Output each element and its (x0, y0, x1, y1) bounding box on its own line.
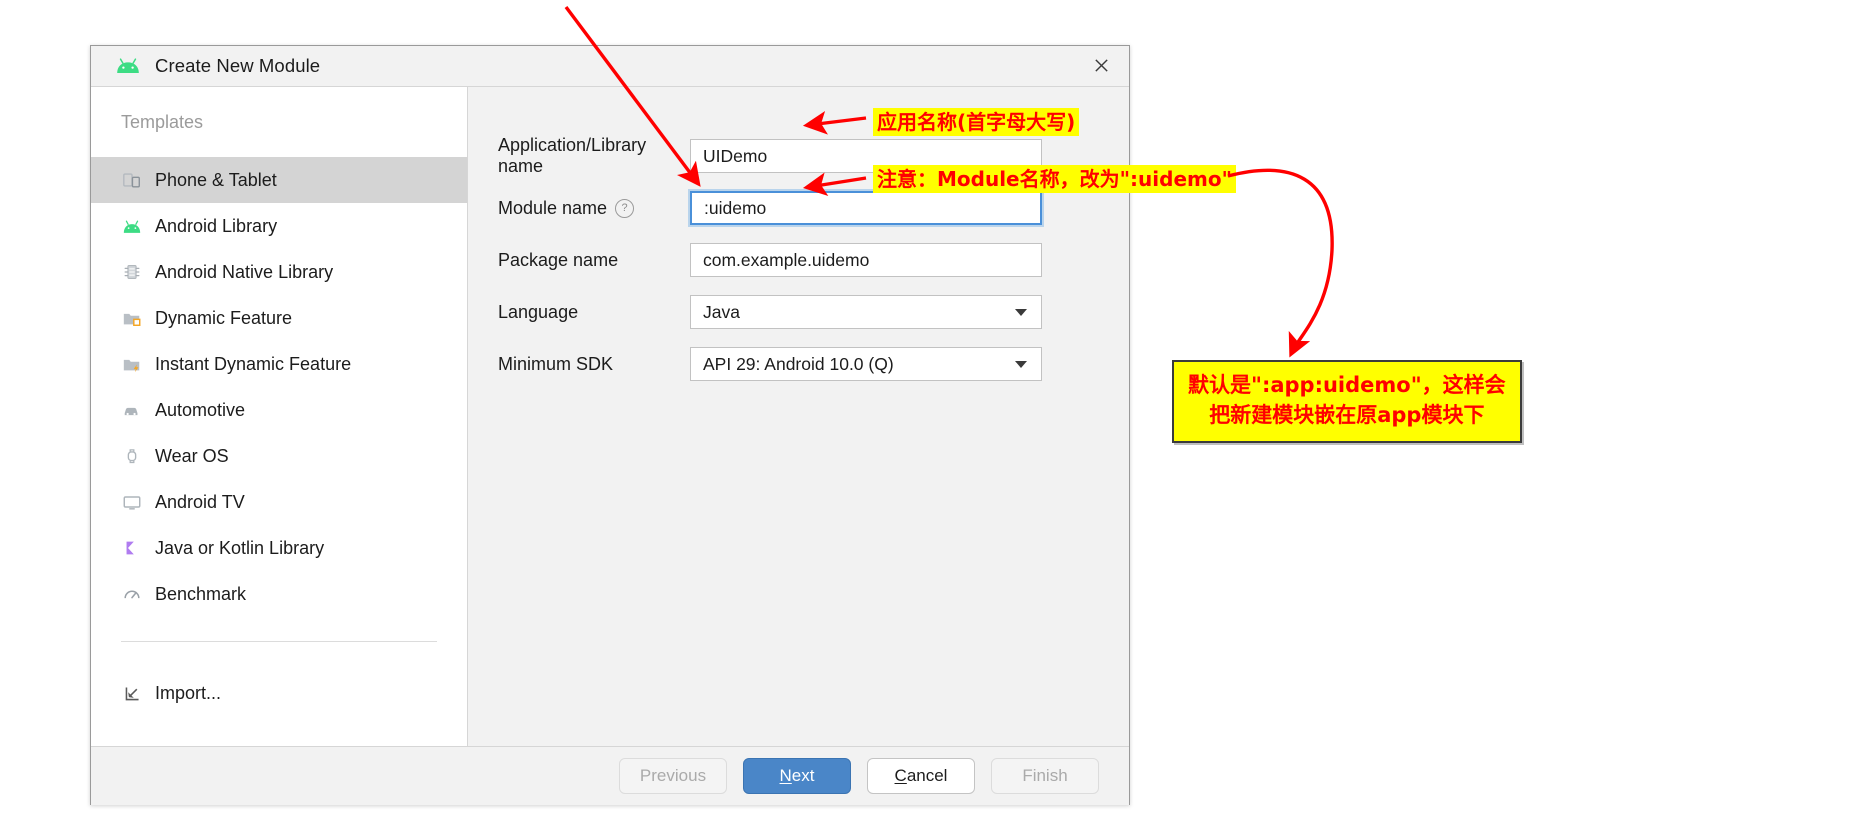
arrow-to-warning-box (1227, 168, 1334, 358)
next-button[interactable]: Next (743, 758, 851, 794)
dialog-footer: Previous Next Cancel Finish (91, 747, 1129, 805)
import-label: Import... (155, 682, 222, 703)
sidebar-item-wear-os[interactable]: Wear OS (91, 433, 467, 479)
language-select[interactable]: Java (690, 295, 1042, 329)
instant-dynamic-feature-icon (121, 353, 143, 375)
sidebar-item-dynamic-feature[interactable]: Dynamic Feature (91, 295, 467, 341)
next-label-rest: ext (791, 766, 815, 785)
android-library-icon (121, 215, 143, 237)
cancel-button[interactable]: Cancel (867, 758, 975, 794)
annotation-warning-box: 默认是":app:uidemo"，这样会 把新建模块嵌在原app模块下 (1172, 360, 1522, 443)
chevron-down-icon (1015, 361, 1027, 368)
minimum-sdk-label: Minimum SDK (498, 353, 614, 374)
field-row-minimum-sdk: Minimum SDK API 29: Android 10.0 (Q) (498, 347, 1103, 381)
sidebar-item-label: Instant Dynamic Feature (155, 353, 352, 374)
sidebar-item-label: Benchmark (155, 583, 247, 604)
annotation-module-name: 注意：Module名称，改为":uidemo" (873, 165, 1237, 194)
java-kotlin-library-icon (121, 537, 143, 559)
field-row-language: Language Java (498, 295, 1103, 329)
sidebar-item-import[interactable]: Import... (91, 670, 467, 716)
previous-button[interactable]: Previous (619, 758, 727, 794)
automotive-icon (121, 399, 143, 421)
finish-button[interactable]: Finish (991, 758, 1099, 794)
sidebar-divider (121, 641, 437, 642)
sidebar-item-instant-dynamic-feature[interactable]: Instant Dynamic Feature (91, 341, 467, 387)
sidebar-item-label: Android Native Library (155, 261, 334, 282)
sidebar-item-label: Dynamic Feature (155, 307, 293, 328)
benchmark-icon (121, 583, 143, 605)
package-name-label: Package name (498, 249, 619, 270)
chevron-down-icon (1015, 309, 1027, 316)
package-name-input[interactable]: com.example.uidemo (690, 243, 1042, 277)
android-native-library-icon (121, 261, 143, 283)
sidebar-item-label: Automotive (155, 399, 246, 420)
sidebar-item-label: Java or Kotlin Library (155, 537, 325, 558)
dialog-titlebar: Create New Module (91, 46, 1129, 87)
language-value: Java (703, 301, 740, 322)
templates-sidebar: Templates Phone & Tablet Android Library… (91, 87, 468, 746)
sidebar-item-label: Phone & Tablet (155, 169, 277, 190)
dynamic-feature-icon (121, 307, 143, 329)
sidebar-item-benchmark[interactable]: Benchmark (91, 571, 467, 617)
phone-tablet-icon (121, 169, 143, 191)
minimum-sdk-value: API 29: Android 10.0 (Q) (703, 353, 894, 374)
sidebar-item-label: Wear OS (155, 445, 229, 466)
minimum-sdk-select[interactable]: API 29: Android 10.0 (Q) (690, 347, 1042, 381)
close-icon[interactable] (1073, 46, 1129, 85)
import-icon (121, 682, 143, 704)
sidebar-item-android-native-library[interactable]: Android Native Library (91, 249, 467, 295)
module-name-input[interactable]: :uidemo (690, 191, 1042, 225)
language-label: Language (498, 301, 579, 322)
module-name-label-text: Module name (498, 197, 608, 218)
help-icon[interactable]: ? (615, 198, 635, 218)
sidebar-item-android-tv[interactable]: Android TV (91, 479, 467, 525)
annotation-warning-line1: 默认是":app:uidemo"，这样会 (1188, 373, 1506, 397)
sidebar-item-label: Android TV (155, 491, 245, 512)
android-tv-icon (121, 491, 143, 513)
android-logo-icon (115, 58, 141, 74)
cancel-mnemonic: C (894, 766, 907, 785)
sidebar-item-java-or-kotlin-library[interactable]: Java or Kotlin Library (91, 525, 467, 571)
field-row-package-name: Package name com.example.uidemo (498, 243, 1103, 277)
module-name-label: Module name ? (498, 198, 690, 219)
annotation-warning-line2: 把新建模块嵌在原app模块下 (1209, 403, 1485, 428)
sidebar-item-label: Android Library (155, 215, 278, 236)
app-name-label: Application/Library name (498, 135, 647, 176)
sidebar-item-automotive[interactable]: Automotive (91, 387, 467, 433)
create-new-module-dialog: Create New Module Templates Phone & Tabl… (90, 45, 1130, 805)
cancel-label-rest: ancel (906, 766, 948, 785)
annotation-app-name: 应用名称(首字母大写) (873, 108, 1080, 137)
sidebar-item-android-library[interactable]: Android Library (91, 203, 467, 249)
dialog-title: Create New Module (155, 55, 321, 76)
sidebar-item-phone-tablet[interactable]: Phone & Tablet (91, 157, 467, 203)
next-mnemonic: N (779, 766, 792, 785)
field-row-module-name: Module name ? :uidemo (498, 191, 1103, 225)
wear-os-icon (121, 445, 143, 467)
templates-header: Templates (121, 111, 204, 132)
